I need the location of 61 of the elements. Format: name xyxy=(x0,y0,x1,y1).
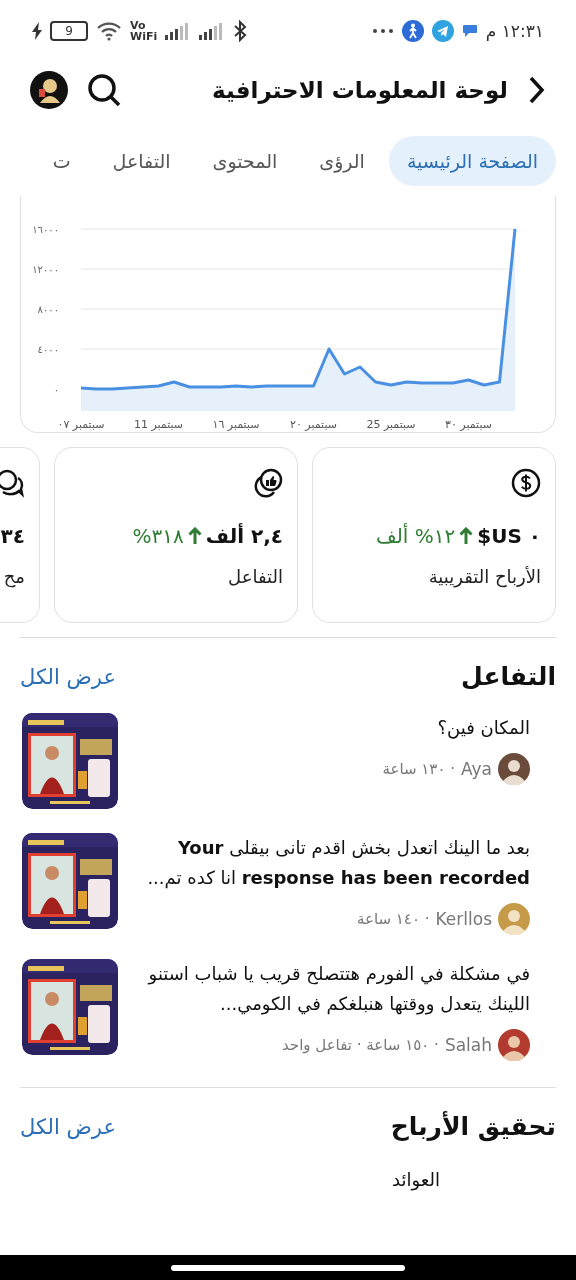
stat-value: ٣٤ xyxy=(0,524,25,548)
stat-card[interactable]: ٢,٤ ألف ٣١٨% التفاعل xyxy=(54,447,298,623)
avatar xyxy=(498,753,530,785)
author-name: Salah xyxy=(444,1035,492,1055)
x-tick-label: سبتمبر ١٦ xyxy=(212,418,260,431)
tab[interactable]: الرؤى xyxy=(301,136,383,186)
author-name: Aya xyxy=(461,759,492,779)
search-icon[interactable] xyxy=(86,72,122,108)
charging-icon xyxy=(32,22,42,40)
stat-card[interactable]: ٠ US$ ١٢% ألف الأرباح التقريبية xyxy=(312,447,556,623)
comment-meta: · ١٥٠ ساعة · تفاعل واحد xyxy=(282,1036,439,1054)
more-icon xyxy=(371,28,394,34)
y-tick-label: ٨٠٠٠ xyxy=(37,304,59,315)
x-tick-label: سبتمبر 11 xyxy=(133,418,184,431)
paper-plane-icon xyxy=(431,20,454,42)
tab[interactable]: المحتوى xyxy=(194,136,296,186)
y-tick-label: ٠ xyxy=(53,384,59,395)
tab[interactable]: الصفحة الرئيسية xyxy=(388,136,556,186)
walking-person-icon xyxy=(401,20,424,42)
battery: 9 xyxy=(50,21,88,41)
see-all-link[interactable]: عرض الكل xyxy=(20,1114,116,1139)
section-title: التفاعل xyxy=(461,662,556,691)
x-tick-label: سبتمبر ٠٧ xyxy=(57,418,105,431)
row-label: العوائد xyxy=(391,1168,441,1190)
home-handle[interactable] xyxy=(171,1264,405,1271)
y-tick-label: ١٦٠٠٠ xyxy=(32,224,59,235)
comment-text: في مشكلة في الفورم هتتصلح قريب يا شباب استنو اللينك يتعدل ووقتها هنبلغكم في الكومي... xyxy=(146,962,530,1017)
wifi-icon xyxy=(96,21,122,41)
chat-icon xyxy=(0,468,25,498)
stat-label: التفاعل xyxy=(228,566,283,587)
x-tick-label: سبتمبر ٢٠ xyxy=(290,418,337,431)
x-tick-label: سبتمبر ٣٠ xyxy=(445,418,492,431)
see-all-link[interactable]: عرض الكل xyxy=(20,664,116,689)
stat-change: ١٢% ألف xyxy=(376,524,456,548)
comment-text: المكان فين؟ xyxy=(436,716,530,741)
thumbs-up-icon xyxy=(253,468,283,498)
tab[interactable]: التفاعل xyxy=(94,136,189,186)
y-tick-label: ٤٠٠٠ xyxy=(37,344,59,355)
page-title: لوحة المعلومات الاحترافية xyxy=(211,77,508,103)
dollar-icon xyxy=(511,468,541,498)
stat-value: ٠ US$ xyxy=(477,524,541,548)
x-tick-label: سبتمبر 25 xyxy=(366,418,416,431)
bluetooth-icon xyxy=(233,20,248,42)
stat-value: ٢,٤ ألف xyxy=(205,524,283,548)
network-label: Vo xyxy=(130,20,147,31)
stat-card[interactable]: ٣٤ مح xyxy=(0,447,40,623)
comment-meta: · ١٤٠ ساعة xyxy=(356,910,430,928)
clock: ١٢:٣١ م xyxy=(485,21,544,41)
stat-change: ٣١٨% xyxy=(132,524,184,548)
comment-meta: · ١٣٠ ساعة xyxy=(382,760,456,778)
message-icon xyxy=(461,24,478,38)
author-name: Kerllos xyxy=(435,909,492,929)
tab[interactable]: ت xyxy=(34,136,89,186)
stat-label: مح xyxy=(3,566,25,587)
network-label: WiFi xyxy=(130,31,158,42)
y-tick-label: ١٢٠٠٠ xyxy=(32,264,59,275)
stat-label: الأرباح التقريبية xyxy=(428,566,541,587)
avatar xyxy=(498,903,530,935)
section-title: تحقيق الأرباح xyxy=(390,1112,556,1141)
profile-avatar[interactable] xyxy=(30,71,68,109)
avatar xyxy=(498,1029,530,1061)
